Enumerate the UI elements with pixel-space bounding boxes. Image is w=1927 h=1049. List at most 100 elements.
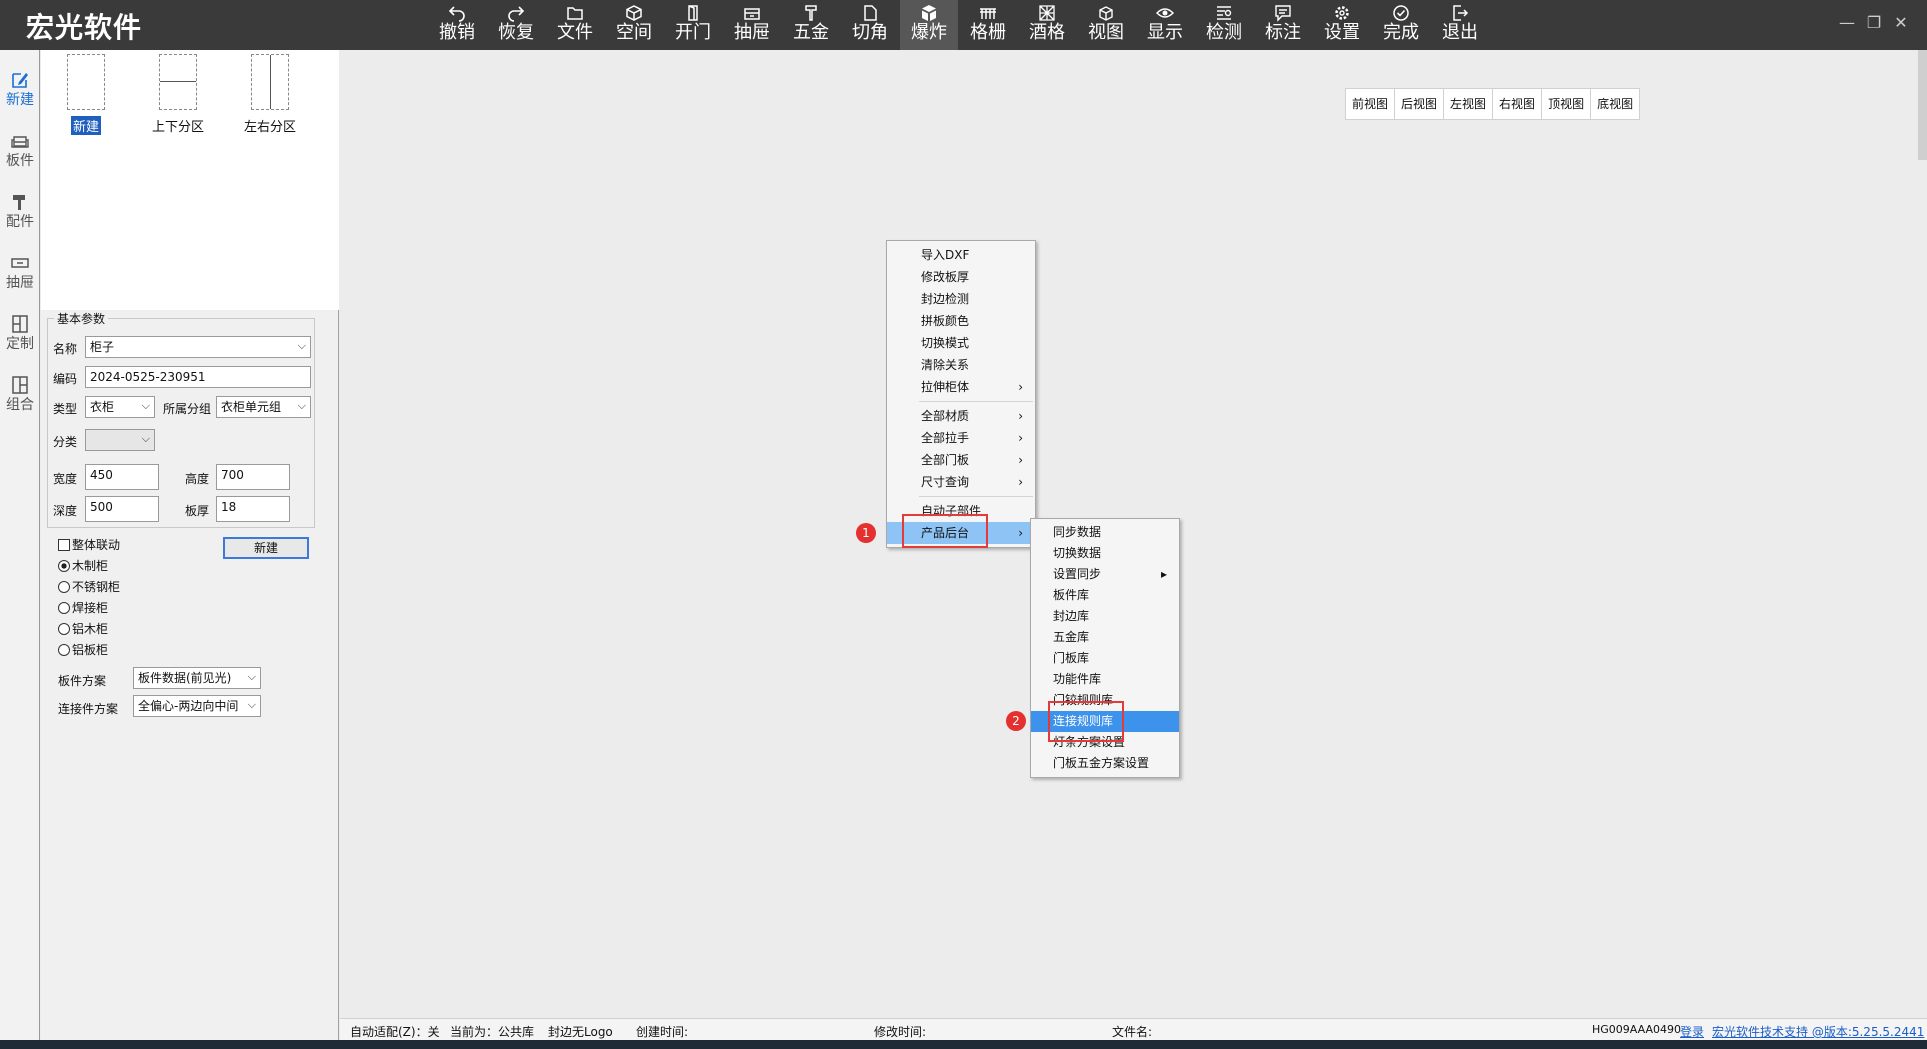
drawer-icon (11, 258, 29, 268)
menu-item-panel-color[interactable]: 拼板颜色 (887, 310, 1035, 332)
restore-button[interactable]: ❐ (1861, 12, 1887, 34)
name-select[interactable]: 柜子 ⌵ (85, 336, 311, 358)
board-scheme-select[interactable]: 板件数据(前见光) ⌵ (133, 667, 261, 689)
material-radio-alu-board[interactable]: 铝板柜 (58, 641, 108, 658)
submenu-item-switch-data[interactable]: 切换数据 (1031, 543, 1179, 564)
group-title: 基本参数 (54, 310, 109, 327)
material-radio-wood[interactable]: 木制柜 (58, 557, 108, 574)
chevron-down-icon: ⌵ (247, 698, 256, 711)
back-view-button[interactable]: 后视图 (1395, 89, 1445, 119)
submenu-item-edge-library[interactable]: 封边库 (1031, 606, 1179, 627)
minimize-button[interactable]: — (1834, 12, 1860, 34)
menu-item-modify-thickness[interactable]: 修改板厚 (887, 266, 1035, 288)
submenu-item-sync-settings[interactable]: 设置同步 ▸ (1031, 564, 1179, 585)
right-view-button[interactable]: 右视图 (1493, 89, 1543, 119)
template-top-bottom[interactable]: 上下分区 (133, 54, 223, 135)
display-button[interactable]: 显示 (1136, 0, 1194, 50)
group-select[interactable]: 衣柜单元组 ⌵ (216, 396, 311, 418)
folder-icon (567, 7, 583, 20)
chevron-down-icon: ⌵ (141, 399, 150, 412)
menu-item-all-doors[interactable]: 全部门板 › (887, 449, 1035, 471)
door-icon (688, 5, 698, 21)
sidebar-item-drawer[interactable]: 抽屉 (0, 247, 40, 303)
left-view-button[interactable]: 左视图 (1444, 89, 1494, 119)
open-door-button[interactable]: 开门 (664, 0, 722, 50)
inspect-button[interactable]: 检测 (1195, 0, 1253, 50)
front-view-button[interactable]: 前视图 (1346, 89, 1396, 119)
connector-scheme-select[interactable]: 全偏心-两边向中间 ⌵ (133, 695, 261, 717)
bottom-view-button[interactable]: 底视图 (1591, 89, 1639, 119)
view-button[interactable]: 视图 (1077, 0, 1135, 50)
sidebar-item-accessories[interactable]: 配件 (0, 186, 40, 242)
submenu-item-hardware-library[interactable]: 五金库 (1031, 627, 1179, 648)
inspect-icon (1217, 6, 1232, 20)
template-left-right[interactable]: 左右分区 (225, 54, 315, 135)
menu-item-all-materials[interactable]: 全部材质 › (887, 405, 1035, 427)
submenu-item-function-library[interactable]: 功能件库 (1031, 669, 1179, 690)
grille-icon (980, 8, 996, 19)
finish-button[interactable]: 完成 (1372, 0, 1430, 50)
explode-button[interactable]: 爆炸 (900, 0, 958, 50)
sidebar-item-combine[interactable]: 组合 (0, 369, 40, 425)
drawer-button[interactable]: 抽屉 (723, 0, 781, 50)
menu-item-dimension-query[interactable]: 尺寸查询 › (887, 471, 1035, 493)
depth-input[interactable]: 500 (85, 496, 159, 522)
menu-item-import-dxf[interactable]: 导入DXF (887, 244, 1035, 266)
material-radio-alu-wood[interactable]: 铝木柜 (58, 620, 108, 637)
chevron-right-icon: › (1018, 380, 1023, 394)
annotate-button[interactable]: 标注 (1254, 0, 1312, 50)
type-select[interactable]: 衣柜 ⌵ (85, 396, 155, 418)
context-menu: 导入DXF 修改板厚 封边检测 拼板颜色 切换模式 清除关系 拉伸柜体 › 全部材… (886, 240, 1036, 548)
code-input[interactable]: 2024-0525-230951 (85, 366, 311, 388)
corner-cut-icon (864, 5, 877, 21)
sidebar-item-custom[interactable]: 定制 (0, 308, 40, 364)
login-link[interactable]: 登录 (1680, 1023, 1704, 1040)
wine-rack-button[interactable]: 酒格 (1018, 0, 1076, 50)
new-button[interactable]: 新建 (223, 537, 309, 559)
height-input[interactable]: 700 (216, 464, 290, 490)
group-label: 所属分组 (163, 402, 212, 416)
file-button[interactable]: 文件 (546, 0, 604, 50)
linkage-checkbox[interactable]: 整体联动 (58, 536, 120, 553)
submenu-item-door-library[interactable]: 门板库 (1031, 648, 1179, 669)
width-input[interactable]: 450 (85, 464, 159, 490)
category-select[interactable]: ⌵ (85, 429, 155, 451)
material-radio-welded[interactable]: 焊接柜 (58, 599, 108, 616)
menu-item-clear-relations[interactable]: 清除关系 (887, 354, 1035, 376)
redo-button[interactable]: 恢复 (487, 0, 545, 50)
top-view-button[interactable]: 顶视图 (1542, 89, 1592, 119)
submenu-item-sync-data[interactable]: 同步数据 (1031, 522, 1179, 543)
radio-dot (58, 581, 70, 593)
chevron-down-icon: ⌵ (141, 432, 150, 445)
exit-button[interactable]: 退出 (1431, 0, 1489, 50)
auto-fit-status[interactable]: 自动适配(Z)：关 (350, 1023, 440, 1040)
sidebar-item-new[interactable]: 新建 (0, 64, 40, 120)
hardware-button[interactable]: 五金 (782, 0, 840, 50)
grille-button[interactable]: 格栅 (959, 0, 1017, 50)
material-radio-steel[interactable]: 不锈钢柜 (58, 578, 120, 595)
thickness-input[interactable]: 18 (216, 496, 290, 522)
hardware-icon (805, 5, 817, 21)
submenu-item-door-hardware-scheme[interactable]: 门板五金方案设置 (1031, 753, 1179, 774)
menu-item-switch-mode[interactable]: 切换模式 (887, 332, 1035, 354)
template-new[interactable]: 新建 (41, 54, 131, 135)
hammer-icon (13, 195, 25, 210)
menu-item-stretch-cabinet[interactable]: 拉伸柜体 › (887, 376, 1035, 398)
step-badge: 1 (856, 523, 876, 543)
sidebar-item-board[interactable]: 板件 (0, 125, 40, 181)
settings-button[interactable]: 设置 (1313, 0, 1371, 50)
corner-cut-button[interactable]: 切角 (841, 0, 899, 50)
undo-button[interactable]: 撤销 (428, 0, 486, 50)
template-top-bottom-preview (159, 54, 197, 110)
submenu-item-board-library[interactable]: 板件库 (1031, 585, 1179, 606)
thickness-label: 板厚 (185, 504, 210, 518)
radio-dot (58, 560, 70, 572)
depth-label: 深度 (53, 504, 78, 518)
scrollbar[interactable] (1918, 50, 1927, 160)
menu-item-edge-check[interactable]: 封边检测 (887, 288, 1035, 310)
close-button[interactable]: ✕ (1888, 12, 1914, 34)
space-button[interactable]: 空间 (605, 0, 663, 50)
menu-item-all-handles[interactable]: 全部拉手 › (887, 427, 1035, 449)
modified-time: 修改时间: (874, 1025, 927, 1039)
support-link[interactable]: 宏光软件技术支持 @版本:5.25.5.2441 (1712, 1023, 1924, 1040)
